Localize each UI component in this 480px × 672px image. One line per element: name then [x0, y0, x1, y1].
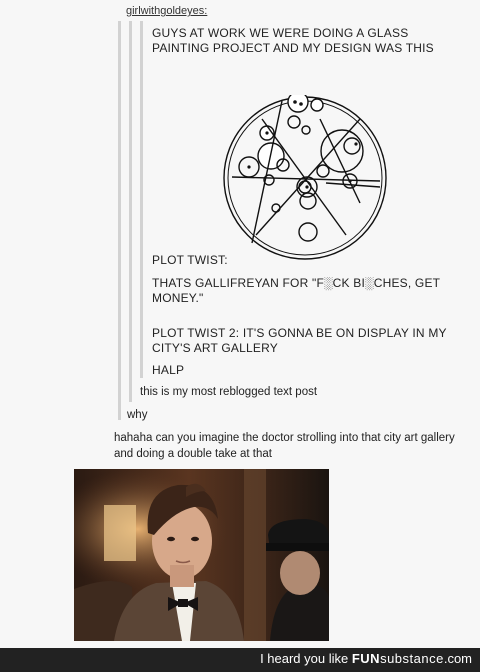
footer-domain: .com — [443, 651, 472, 666]
post-line-2: PAINTING PROJECT AND MY DESIGN WAS THIS — [152, 41, 434, 55]
post-line-money: MONEY." — [152, 291, 204, 305]
quote-bar-outer — [118, 21, 121, 420]
gallifreyan-circle-icon — [223, 91, 387, 260]
quote-bar-inner — [140, 21, 143, 378]
footer-prefix: I heard you like — [260, 651, 352, 666]
post-line-art-gallery: CITY'S ART GALLERY — [152, 341, 278, 355]
footer-watermark-text: I heard you like FUNsubstance.com — [260, 651, 472, 666]
footer-brand-bold: FUN — [351, 651, 381, 666]
gallifreyan-design-image — [222, 91, 388, 261]
reblog-comment-2: why — [127, 409, 148, 421]
post-line-1: GUYS AT WORK WE WERE DOING A GLASS — [152, 26, 409, 40]
quote-bar-middle — [129, 21, 132, 402]
reply-comment-line-1: hahaha can you imagine the doctor stroll… — [114, 432, 455, 444]
tumblr-post: girlwithgoldeyes: GUYS AT WORK WE WERE D… — [0, 0, 480, 648]
footer-brand: FUNsubstance — [352, 651, 444, 666]
reblog-comment-1: this is my most reblogged text post — [140, 386, 318, 398]
post-line-halp: HALP — [152, 363, 185, 377]
doctor-reaction-image — [74, 469, 329, 641]
username-link[interactable]: girlwithgoldeyes: — [126, 5, 207, 17]
footer-brand-rest: substance — [380, 651, 444, 666]
watermark-footer: I heard you like FUNsubstance.com — [0, 648, 480, 672]
reply-comment-line-2: and doing a double take at that — [114, 448, 272, 460]
post-line-translation: THATS GALLIFREYAN FOR "F░CK BI░CHES, GET — [152, 276, 441, 290]
post-line-plot-twist-2: PLOT TWIST 2: IT'S GONNA BE ON DISPLAY I… — [152, 326, 447, 340]
doctor-reaction-gif — [74, 469, 329, 641]
post-line-plot-twist: PLOT TWIST: — [152, 253, 228, 267]
